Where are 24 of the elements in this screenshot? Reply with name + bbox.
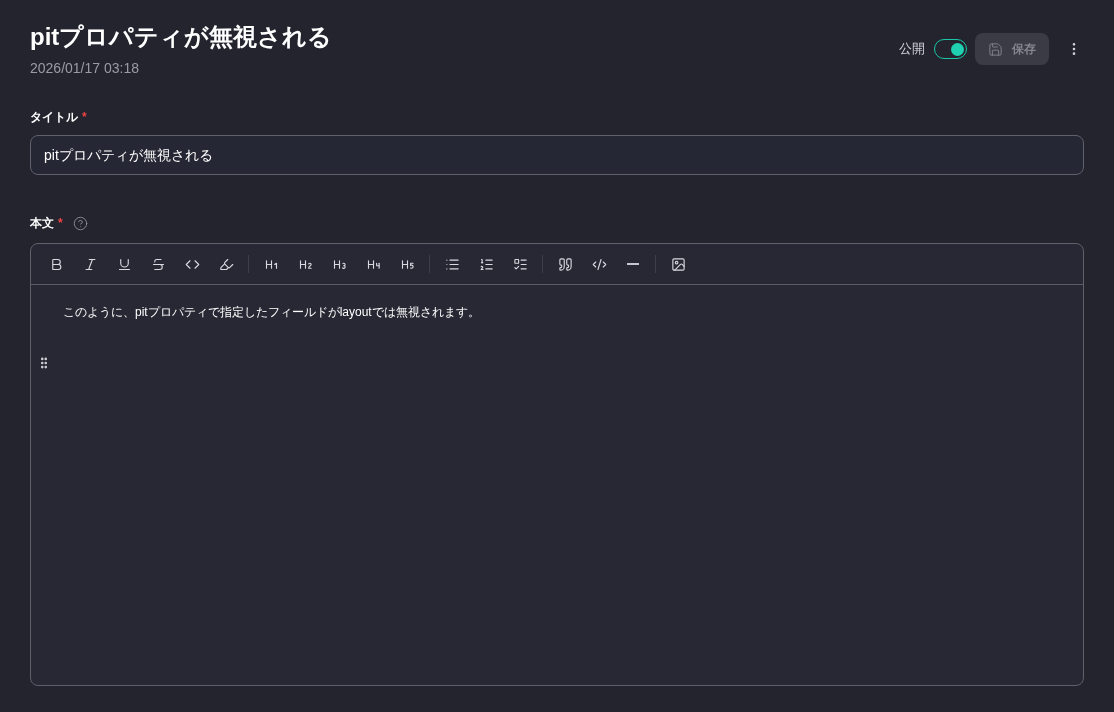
save-icon bbox=[988, 41, 1003, 57]
field-label: タイトル bbox=[30, 109, 78, 126]
bullet-list-icon bbox=[444, 256, 460, 272]
timestamp: 2026/01/17 03:18 bbox=[30, 59, 140, 78]
toggle-label: 公開 bbox=[899, 40, 925, 59]
field-label: 本文 bbox=[30, 215, 54, 232]
strikethrough-icon bbox=[150, 256, 166, 272]
required-mark: * bbox=[82, 109, 87, 126]
title-input-value: pitプロパティが無視される bbox=[44, 145, 213, 165]
title-input[interactable]: pitプロパティが無視される bbox=[30, 135, 1084, 175]
checklist-icon bbox=[512, 256, 528, 272]
numbered-list-icon bbox=[478, 256, 494, 272]
highlighter-icon bbox=[218, 256, 234, 272]
help-icon[interactable] bbox=[72, 215, 88, 231]
required-mark: * bbox=[58, 215, 63, 232]
quote-icon bbox=[557, 256, 573, 272]
code-block-icon bbox=[591, 256, 607, 272]
underline-icon bbox=[116, 256, 132, 272]
editor-paragraph: このように、pitプロパティで指定したフィールドがlayoutでは無視されます。 bbox=[63, 304, 481, 320]
horizontal-rule-icon bbox=[627, 263, 639, 265]
page-title: pitプロパティが無視される bbox=[30, 22, 333, 52]
italic-icon bbox=[82, 256, 98, 272]
rich-text-editor[interactable]: このように、pitプロパティで指定したフィールドがlayoutでは無視されます。 bbox=[30, 243, 1084, 686]
image-icon bbox=[670, 256, 686, 272]
